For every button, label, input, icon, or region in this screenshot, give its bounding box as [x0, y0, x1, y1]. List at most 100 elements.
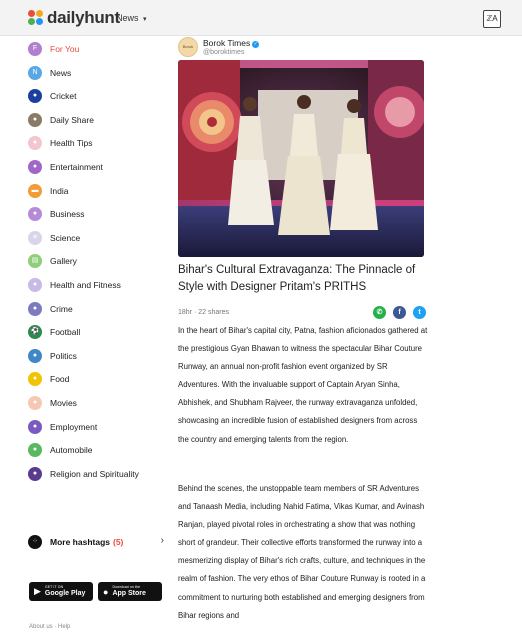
meta-separator: · [193, 309, 197, 316]
sidebar-item-crime[interactable]: ● Crime [28, 300, 158, 318]
logo-mark-icon [28, 10, 44, 26]
politics-icon: ● [28, 348, 42, 363]
sidebar-item-label: Business [50, 209, 85, 220]
sidebar-item-entertainment[interactable]: ● Entertainment [28, 158, 158, 176]
article-headline[interactable]: Bihar's Cultural Extravaganza: The Pinna… [178, 262, 428, 296]
sidebar-item-label: Health Tips [50, 138, 93, 149]
source-name: Borok Times [203, 38, 251, 48]
facebook-share-icon[interactable]: f [393, 306, 406, 319]
footer-separator: · [54, 624, 57, 630]
crime-icon: ● [28, 301, 42, 316]
footer-links: About us · Help [29, 624, 70, 630]
share-icons: ✆ f t [366, 306, 426, 319]
religion-icon: ● [28, 466, 42, 481]
sidebar-item-label: Health and Fitness [50, 280, 121, 290]
sidebar-item-daily-share[interactable]: ● Daily Share [28, 111, 158, 129]
football-icon: ⚽ [28, 325, 42, 340]
sidebar-item-label: Religion and Spirituality [50, 468, 139, 479]
cricket-icon: ● [28, 89, 42, 104]
news-icon: N [28, 65, 42, 80]
source-logo: Borok [178, 37, 198, 57]
twitter-share-icon[interactable]: t [413, 306, 426, 319]
food-icon: ● [28, 372, 42, 387]
verified-badge-icon: ✓ [252, 41, 260, 48]
google-play-big-text: Google Play [44, 590, 86, 598]
sidebar-item-label: Gallery [50, 256, 77, 267]
sidebar-item-for-you[interactable]: F For You [28, 40, 158, 58]
health-tips-icon: ● [28, 136, 42, 151]
movies-icon: ● [28, 396, 42, 410]
gallery-icon: ▤ [28, 254, 42, 269]
top-header: dailyhunt News ▾ ℤA [0, 0, 522, 36]
entertainment-icon: ● [28, 160, 42, 174]
sidebar-item-label: Cricket [50, 91, 77, 102]
article-shares: 22 shares [198, 309, 230, 316]
article-paragraph-2: Behind the scenes, the unstoppable team … [178, 484, 426, 620]
sidebar-item-health-tips[interactable]: ● Health Tips [28, 134, 158, 152]
google-play-small-text: GET IT ON [44, 584, 64, 589]
sidebar-item-business[interactable]: ● Business [28, 205, 158, 223]
sidebar-item-label: For You [50, 44, 80, 54]
business-icon: ● [28, 207, 42, 222]
dailyhunt-logo[interactable]: dailyhunt [28, 8, 120, 28]
sidebar-item-label: News [50, 67, 72, 78]
chevron-right-icon: › [160, 535, 164, 546]
sidebar-item-label: Science [50, 232, 81, 243]
sidebar-item-health-and-fitness[interactable]: ● Health and Fitness [28, 276, 158, 294]
automobile-icon: ● [28, 443, 42, 458]
app-store-big-text: App Store [112, 590, 146, 598]
chevron-down-icon: ▾ [143, 16, 147, 23]
sidebar-item-india[interactable]: ▬ India [28, 182, 158, 200]
sidebar-item-gallery[interactable]: ▤ Gallery [28, 252, 158, 270]
article-paragraph-1: In the heart of Bihar's capital city, Pa… [178, 326, 428, 444]
google-play-button[interactable]: ▶ GET IT ON Google Play [29, 582, 93, 601]
article-source[interactable]: Borok Borok Times ✓ @boroktimes [178, 36, 260, 58]
sidebar-item-movies[interactable]: ● Movies [28, 394, 158, 412]
more-hashtags-count: (5) [113, 537, 124, 547]
news-menu[interactable]: News ▾ [116, 13, 147, 23]
logo-text: dailyhunt [47, 8, 120, 27]
fashion-runway-photo: P [178, 60, 424, 257]
india-flag-icon: ▬ [28, 183, 42, 198]
sidebar-item-food[interactable]: ● Food [28, 370, 158, 388]
science-icon: ✳ [28, 230, 42, 245]
language-translate-icon[interactable]: ℤA [483, 10, 501, 28]
about-us-link[interactable]: About us [29, 624, 53, 630]
article-meta: 18hr · 22 shares [178, 309, 229, 316]
sidebar-item-label: Automobile [50, 445, 93, 456]
sidebar-item-employment[interactable]: ● Employment [28, 418, 158, 436]
hashtag-grid-icon: ⁘ [28, 535, 42, 549]
source-name-row: Borok Times ✓ [203, 38, 260, 48]
app-store-small-text: Download on the [112, 584, 141, 589]
language-button-label: ℤA [486, 14, 498, 23]
article-time: 18hr [178, 309, 193, 316]
apple-icon: ● [103, 586, 109, 597]
news-menu-label: News [116, 13, 139, 23]
sidebar-item-label: Politics [50, 350, 77, 361]
sidebar-item-label: Football [50, 327, 81, 338]
sidebar-item-religion-and-spirituality[interactable]: ● Religion and Spirituality [28, 465, 158, 483]
sidebar-item-politics[interactable]: ● Politics [28, 347, 158, 365]
sidebar-item-science[interactable]: ✳ Science [28, 229, 158, 247]
sidebar-item-football[interactable]: ⚽ Football [28, 323, 158, 341]
daily-share-icon: ● [28, 112, 42, 127]
google-play-icon: ▶ [34, 586, 41, 596]
more-hashtags-button[interactable]: ⁘ More hashtags (5) › [28, 533, 164, 551]
sidebar-item-label: Entertainment [50, 162, 103, 172]
sidebar-item-label: Daily Share [50, 114, 94, 125]
health-fitness-icon: ● [28, 278, 42, 292]
source-handle: @boroktimes [203, 49, 245, 56]
help-link[interactable]: Help [58, 624, 70, 630]
app-store-button[interactable]: ● Download on the App Store [98, 582, 162, 601]
whatsapp-share-icon[interactable]: ✆ [373, 306, 386, 319]
sidebar-item-label: India [50, 185, 69, 196]
sidebar-item-label: Crime [50, 303, 73, 314]
sidebar-item-automobile[interactable]: ● Automobile [28, 441, 158, 459]
sidebar-item-news[interactable]: N News [28, 64, 158, 82]
for-you-icon: F [28, 42, 42, 56]
sidebar-item-label: Food [50, 374, 70, 385]
article-hero-image[interactable]: P [178, 60, 424, 257]
sidebar-item-cricket[interactable]: ● Cricket [28, 87, 158, 105]
sidebar-item-label: Employment [50, 421, 98, 432]
sidebar-item-label: Movies [50, 398, 77, 408]
